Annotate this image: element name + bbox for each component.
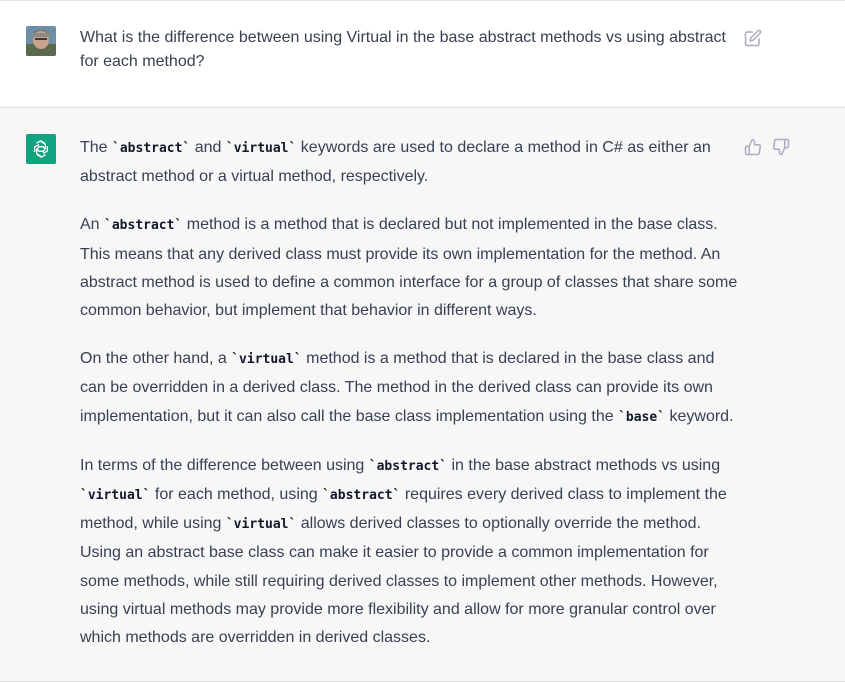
inline-code: `abstract` <box>322 488 401 504</box>
inline-code: `virtual` <box>80 488 151 504</box>
inline-code: `virtual` <box>225 141 297 156</box>
answer-paragraph-4: In terms of the difference between using… <box>80 456 727 647</box>
answer-paragraph-1: The `abstract` and `virtual` keywords ar… <box>80 139 711 186</box>
answer-paragraph-3: On the other hand, a `virtual` method is… <box>80 350 734 425</box>
assistant-message-row: The `abstract` and `virtual` keywords ar… <box>0 108 845 682</box>
thumbs-up-icon[interactable] <box>744 138 762 156</box>
inline-code: `virtual` <box>231 352 302 368</box>
answer-paragraph-2: An `abstract` method is a method that is… <box>80 216 738 320</box>
inline-code: `abstract` <box>104 218 183 234</box>
user-message-row: What is the difference between using Vir… <box>0 0 845 108</box>
user-avatar <box>26 26 56 56</box>
user-message-text: What is the difference between using Vir… <box>80 29 726 70</box>
edit-icon[interactable] <box>744 29 762 47</box>
thumbs-down-icon[interactable] <box>772 138 790 156</box>
inline-code: `abstract` <box>368 458 448 474</box>
openai-logo-icon <box>26 134 56 164</box>
inline-code: `abstract` <box>112 141 191 156</box>
assistant-message-text: The `abstract` and `virtual` keywords ar… <box>80 134 740 672</box>
inline-code: `virtual` <box>225 517 297 533</box>
inline-code: `base` <box>618 409 666 425</box>
